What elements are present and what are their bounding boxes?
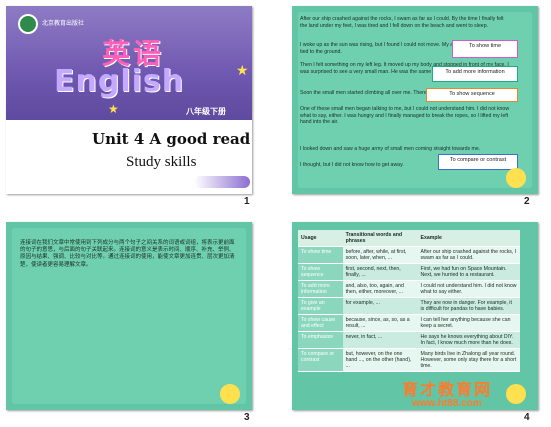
table-cell: To add more information [298,280,343,298]
table-cell: To give an example [298,297,343,315]
english-title: English [54,64,185,99]
transitional-words-table: Usage Transitional words and phrases Exa… [298,230,520,372]
decorative-blob [220,384,240,404]
column-header: Example [417,230,520,247]
callout-compare-contrast: To compare or contrast [438,154,518,170]
callout-show-sequence: To show sequence [426,88,518,102]
watermark-title: 育才教育网 [402,382,493,399]
decorative-swoosh [194,176,250,188]
table-cell: and, also, too, again, and then, either,… [342,280,418,298]
story-paragraph: One of these small men began talking to … [300,106,510,126]
table-cell: To show time [298,246,343,264]
table-cell: first, second, next, then, finally, ... [342,263,418,281]
grade-label: 八年级下册 [186,107,226,116]
callout-add-information: To add more information [432,66,518,82]
explanation-text: 连接词在我们文章中常使用到下列成分与两个句子之间关系的词语或词组，将表示更前面的… [20,240,235,268]
star-icon: ★ [108,102,119,116]
table-cell: Many birds live in Zhalong all year roun… [417,348,520,372]
table-cell: To show sequence [298,263,343,281]
table-cell: To emphasize [298,331,343,349]
table-row: To show time before, after, while, at fi… [298,246,520,264]
table-cell: for example, ... [342,297,418,315]
column-header: Transitional words and phrases [342,230,418,247]
table-cell: They are now in danger. For example, it … [417,297,520,315]
slide-1[interactable]: 北京教育出版社 英语 English 八年级下册 ★ ★ Unit 4 A go… [6,6,252,194]
callout-show-time: To show time [452,40,518,58]
table-row: To emphasize never, in fact, ... He says… [298,331,520,349]
table-cell: before, after, while, at first, soon, la… [342,246,418,264]
table-cell: because, since, as, so, as a result, ... [342,314,418,332]
publisher-logo-icon [18,14,38,34]
publisher-name: 北京教育出版社 [42,21,85,27]
table-cell: but, however, on the one hand ..., on th… [342,348,418,372]
table-header-row: Usage Transitional words and phrases Exa… [298,230,520,247]
story-paragraph: After our ship crashed against the rocks… [300,16,504,29]
table-row: To add more information and, also, too, … [298,280,520,298]
watermark-url: www.ht88.com [412,398,482,409]
unit-subtitle: Study skills [126,154,197,170]
table-cell: To compare or contrast [298,348,343,372]
unit-title: Unit 4 A good read [92,130,251,148]
table-row: To compare or contrast but, however, on … [298,348,520,372]
table-cell: I could not understand him. I did not kn… [417,280,520,298]
decorative-blob [506,384,526,404]
slide-3[interactable]: 连接词在我们文章中常使用到下列成分与两个句子之间关系的词语或词组，将表示更前面的… [6,222,252,410]
table-cell: I can tell her anything because she can … [417,314,520,332]
star-icon: ★ [236,62,249,78]
table-cell: After our ship crashed against the rocks… [417,246,520,264]
story-paragraph: I looked down and saw a huge army of sma… [300,146,481,152]
table-cell: never, in fact, ... [342,331,418,349]
table-row: To give an example for example, ... They… [298,297,520,315]
table-cell: To show cause and effect [298,314,343,332]
table-cell: He says he knows everything about DIY. I… [417,331,520,349]
column-header: Usage [298,230,343,247]
table-row: To show cause and effect because, since,… [298,314,520,332]
decorative-blob [506,168,526,188]
table-cell: First, we had fun on Space Mountain. Nex… [417,263,520,281]
table-row: To show sequence first, second, next, th… [298,263,520,281]
slide-2[interactable]: After our ship crashed against the rocks… [292,6,538,194]
